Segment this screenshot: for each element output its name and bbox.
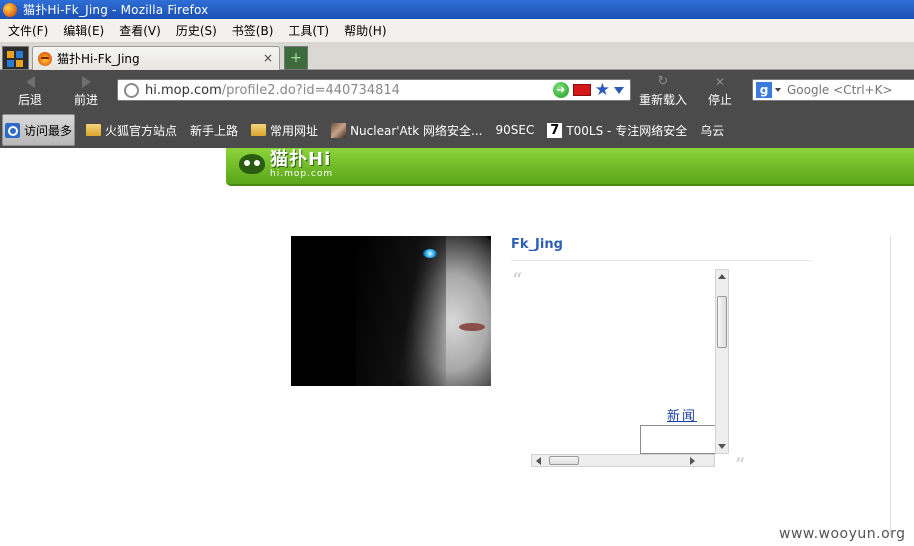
back-arrow-icon xyxy=(25,76,35,88)
reload-icon: ↻ xyxy=(657,74,669,89)
forward-label: 前进 xyxy=(73,93,98,107)
menu-file[interactable]: 文件(F) xyxy=(8,22,48,39)
forward-button[interactable]: 前进 xyxy=(62,70,110,112)
site-logo[interactable]: 猫扑Hi hi.mop.com xyxy=(236,150,333,180)
url-host: hi.mop.com xyxy=(145,82,222,98)
site-header: 猫扑Hi hi.mop.com xyxy=(226,148,914,186)
folder-icon xyxy=(86,124,102,136)
reload-label: 重新载入 xyxy=(638,93,687,107)
watermark: www.wooyun.org xyxy=(779,526,906,542)
firefox-logo-icon xyxy=(3,2,17,17)
bookmark-label: 常用网址 xyxy=(270,123,319,138)
scroll-down-icon[interactable] xyxy=(718,444,726,449)
bookmark-most-visited[interactable]: 访问最多 xyxy=(2,114,76,146)
scroll-left-icon[interactable] xyxy=(536,457,541,465)
url-path: /profile2.do?id=440734814 xyxy=(221,82,400,98)
menu-edit[interactable]: 编辑(E) xyxy=(63,22,104,39)
search-input[interactable] xyxy=(787,83,897,97)
window-titlebar: 猫扑Hi-Fk_Jing - Mozilla Firefox xyxy=(0,0,914,19)
scroll-right-icon[interactable] xyxy=(690,457,695,465)
tab-label: 猫扑Hi-Fk_Jing xyxy=(57,52,140,66)
navigation-bar: 后退 前进 hi.mop.com/profile2.do?id=44073481… xyxy=(0,70,914,112)
site-logo-text: 猫扑Hi xyxy=(270,149,332,170)
tab-active[interactable]: 猫扑Hi-Fk_Jing × xyxy=(32,46,280,70)
divider xyxy=(890,236,891,536)
scroll-up-icon[interactable] xyxy=(718,274,726,279)
quote-close-icon: ” xyxy=(735,453,746,477)
tab-bar: 猫扑Hi-Fk_Jing × + xyxy=(0,43,914,70)
bookmark-label: 乌云 xyxy=(700,123,725,138)
bookmark-label: Nuclear'Atk 网络安全... xyxy=(350,123,483,138)
forward-arrow-icon xyxy=(81,76,91,88)
vertical-scrollbar[interactable] xyxy=(715,269,729,454)
google-icon[interactable]: g xyxy=(756,82,772,98)
mop-favicon-icon xyxy=(38,51,52,66)
scroll-thumb[interactable] xyxy=(717,296,727,348)
search-bar[interactable]: g xyxy=(752,79,914,101)
go-arrow-icon[interactable]: ➜ xyxy=(552,82,569,98)
stop-button[interactable]: ✕ 停止 xyxy=(703,70,737,112)
stop-label: 停止 xyxy=(707,93,732,107)
flag-icon[interactable] xyxy=(572,84,591,96)
page-content: 猫扑Hi hi.mop.com Fk_Jing “ 新闻 ” www.wooyu… xyxy=(0,148,914,546)
menu-bookmarks[interactable]: 书签(B) xyxy=(232,22,274,39)
signature-iframe[interactable]: 新闻 xyxy=(531,269,729,467)
site-logo-domain: hi.mop.com xyxy=(270,169,334,179)
bookmark-firefox-official[interactable]: 火狐官方站点 xyxy=(84,114,179,146)
bookmark-common-sites[interactable]: 常用网址 xyxy=(249,114,320,146)
bookmark-90sec[interactable]: 90SEC xyxy=(0,114,536,273)
bookmarks-bar: 访问最多 火狐官方站点 新手上路 常用网址 Nuclear'Atk 网络安全..… xyxy=(0,112,914,273)
history-dropdown-icon[interactable] xyxy=(614,86,624,94)
menu-bar: 文件(F) 编辑(E) 查看(V) 历史(S) 书签(B) 工具(T) 帮助(H… xyxy=(0,19,914,43)
search-icon xyxy=(5,122,20,138)
horizontal-scrollbar[interactable] xyxy=(531,454,715,467)
bookmark-nuclear-atk[interactable]: Nuclear'Atk 网络安全... xyxy=(329,114,484,146)
search-engine-dropdown-icon[interactable] xyxy=(775,88,781,92)
bookmark-getting-started[interactable]: 新手上路 xyxy=(0,114,240,273)
grid-square-icon xyxy=(7,60,14,67)
window-title: 猫扑Hi-Fk_Jing - Mozilla Firefox xyxy=(23,3,209,17)
grid-square-icon xyxy=(16,51,23,58)
bookmark-label: 90SEC xyxy=(495,123,535,137)
back-label: 后退 xyxy=(17,93,42,107)
bookmark-label: 新手上路 xyxy=(190,123,239,138)
tab-groups-button[interactable] xyxy=(2,46,29,70)
menu-tools[interactable]: 工具(T) xyxy=(288,22,329,39)
bookmark-label: 访问最多 xyxy=(24,123,73,138)
quote-open-icon: “ xyxy=(512,268,523,292)
scroll-thumb[interactable] xyxy=(549,456,579,465)
mascot-icon xyxy=(236,150,270,180)
bookmark-label: T00LS - 专注网络安全 xyxy=(566,123,688,138)
profile-avatar[interactable] xyxy=(291,236,491,386)
tab-close-icon[interactable]: × xyxy=(263,51,273,65)
menu-help[interactable]: 帮助(H) xyxy=(344,22,386,39)
bookmark-label: 火狐官方站点 xyxy=(105,123,178,138)
news-link[interactable]: 新闻 xyxy=(667,405,697,424)
reload-button[interactable]: ↻ 重新载入 xyxy=(637,70,689,112)
divider xyxy=(511,260,811,261)
url-bar-icons: ➜ ★ xyxy=(552,82,626,99)
profile-username[interactable]: Fk_Jing xyxy=(511,237,563,252)
embedded-input-box[interactable] xyxy=(640,425,715,454)
url-bar[interactable]: hi.mop.com/profile2.do?id=440734814 ➜ ★ xyxy=(117,79,631,101)
back-button[interactable]: 后退 xyxy=(6,70,54,112)
new-tab-button[interactable]: + xyxy=(284,46,308,70)
seven-icon: 7 xyxy=(547,122,563,138)
menu-history[interactable]: 历史(S) xyxy=(176,22,217,39)
stop-icon: ✕ xyxy=(714,75,726,89)
grid-square-icon xyxy=(7,51,14,58)
bookmark-wooyun[interactable]: 乌云 xyxy=(0,114,726,273)
menu-view[interactable]: 查看(V) xyxy=(119,22,161,39)
site-identity-icon[interactable] xyxy=(124,82,139,98)
folder-icon xyxy=(251,124,267,136)
bookmark-t00ls[interactable]: 7 T00LS - 专注网络安全 xyxy=(545,114,689,146)
grid-square-icon xyxy=(16,60,23,67)
bookmark-star-icon[interactable]: ★ xyxy=(595,82,610,99)
image-icon xyxy=(331,122,347,138)
